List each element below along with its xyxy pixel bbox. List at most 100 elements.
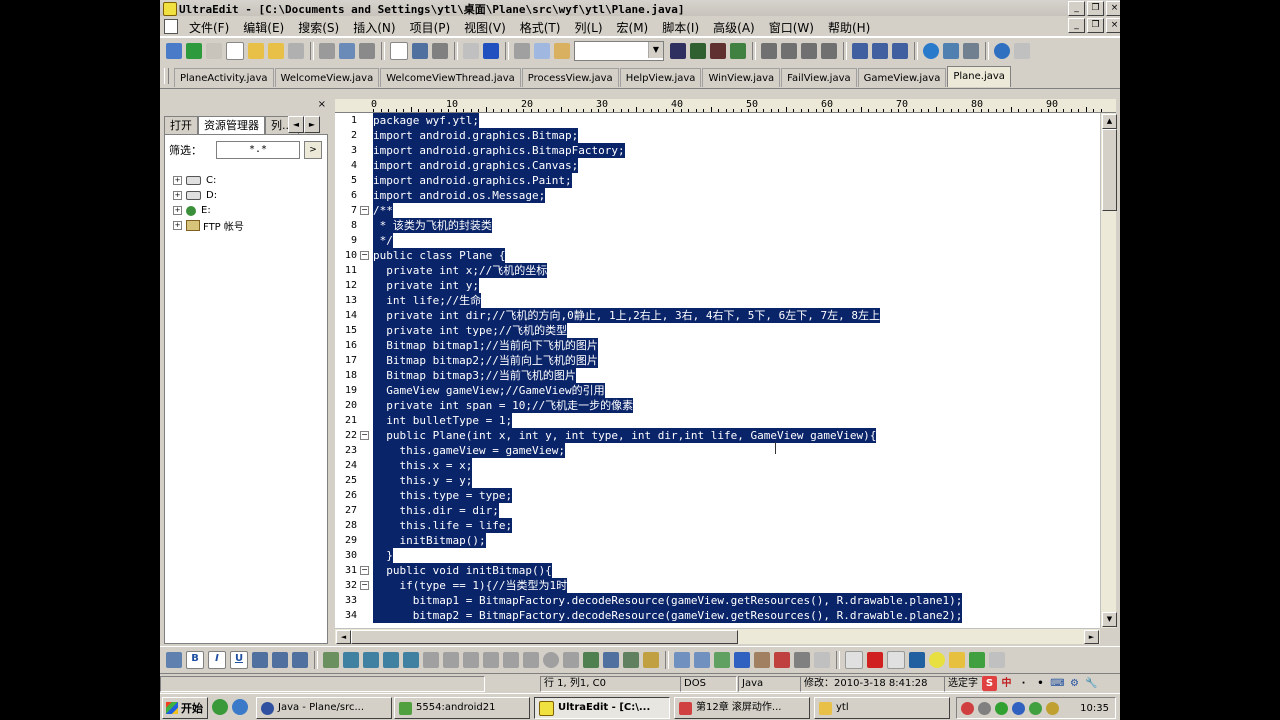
code-line[interactable]: 6 import android.os.Message; (335, 188, 1100, 203)
fold-toggle-icon[interactable]: − (360, 431, 369, 440)
keyboard-icon[interactable]: ⌨ (1050, 676, 1065, 691)
html-tag-icon[interactable] (166, 652, 182, 668)
code-text[interactable]: this.y = y; (373, 473, 473, 488)
code-text[interactable]: * 该类为飞机的封装类 (373, 218, 492, 233)
clipboard-icon[interactable] (463, 43, 479, 59)
code-text[interactable]: this.gameView = gameView; (373, 443, 566, 458)
justify-icon[interactable] (821, 43, 837, 59)
bold-icon[interactable]: B (186, 651, 204, 669)
tab-open-files[interactable]: 打开 (164, 116, 198, 134)
window-tile-icon[interactable] (872, 43, 888, 59)
tree-item-d[interactable]: + D: (173, 188, 244, 203)
code-line[interactable]: 15 private int type;//飞机的类型 (335, 323, 1100, 338)
code-line[interactable]: 11 private int x;//飞机的坐标 (335, 263, 1100, 278)
code-text[interactable]: /** (373, 203, 393, 218)
tab-failview[interactable]: FailView.java (781, 68, 857, 87)
italic-icon[interactable]: I (208, 651, 226, 669)
menu-insert[interactable]: 插入(N) (346, 19, 402, 36)
close-button[interactable]: × (1106, 1, 1120, 16)
fold-toggle-icon[interactable]: − (360, 581, 369, 590)
code-text[interactable]: bitmap2 = BitmapFactory.decodeResource(g… (373, 608, 963, 623)
print-preview-icon[interactable] (339, 43, 355, 59)
code-line[interactable]: 14 private int dir;//飞机的方向,0静止, 1上,2右上, … (335, 308, 1100, 323)
toolbar-dropdown[interactable]: ▼ (574, 41, 664, 61)
menu-macro[interactable]: 宏(M) (610, 19, 656, 36)
code-text[interactable]: this.dir = dir; (373, 503, 499, 518)
tab-scroll-left-icon[interactable]: ◄ (288, 116, 304, 133)
ime-settings-icon[interactable]: ⚙ (1067, 676, 1082, 691)
anchor-icon[interactable] (603, 652, 619, 668)
menu-project[interactable]: 项目(P) (403, 19, 458, 36)
code-line[interactable]: 1 package wyf.ytl; (335, 113, 1100, 128)
select-icon[interactable] (483, 652, 499, 668)
status-line-ending[interactable]: DOS (680, 676, 737, 692)
align-right-icon[interactable] (801, 43, 817, 59)
menu-edit[interactable]: 编辑(E) (236, 19, 291, 36)
textarea-icon[interactable] (463, 652, 479, 668)
task-word-doc[interactable]: 第12章 滚屏动作... (674, 697, 810, 719)
copy-icon[interactable] (534, 43, 550, 59)
filter-apply-button[interactable]: > (304, 141, 322, 159)
expand-icon[interactable]: + (173, 191, 182, 200)
code-text[interactable]: GameView gameView;//GameView的引用 (373, 383, 605, 398)
expand-icon[interactable]: + (173, 206, 182, 215)
status-syntax[interactable]: Java (738, 676, 801, 692)
tab-planeactivity[interactable]: PlaneActivity.java (174, 68, 274, 87)
scroll-left-icon[interactable]: ◄ (336, 630, 351, 644)
menu-search[interactable]: 搜索(S) (291, 19, 346, 36)
code-text[interactable]: int life;//生命 (373, 293, 482, 308)
code-text[interactable]: import android.graphics.Paint; (373, 173, 572, 188)
id-icon[interactable] (734, 652, 750, 668)
tray-shield-icon[interactable] (1029, 701, 1042, 715)
info-icon[interactable] (994, 43, 1010, 59)
heading2-icon[interactable] (363, 652, 379, 668)
code-text[interactable]: if(type == 1){//当类型为1时 (373, 578, 568, 593)
code-line[interactable]: 32− if(type == 1){//当类型为1时 (335, 578, 1100, 593)
window-cascade-icon[interactable] (892, 43, 908, 59)
code-line[interactable]: 23 this.gameView = gameView; (335, 443, 1100, 458)
tray-speaker-icon[interactable] (1046, 701, 1059, 715)
tip-icon[interactable] (929, 652, 945, 668)
edit-icon[interactable] (323, 652, 339, 668)
doc-close-button[interactable]: × (1106, 18, 1120, 33)
print-icon[interactable] (319, 43, 335, 59)
code-text[interactable]: public Plane(int x, int y, int type, int… (373, 428, 877, 443)
vertical-scrollbar[interactable]: ▲ ▼ (1100, 113, 1117, 628)
paste-icon[interactable] (554, 43, 570, 59)
code-text[interactable]: Bitmap bitmap2;//当前向上飞机的图片 (373, 353, 598, 368)
color-picker-icon[interactable] (714, 652, 730, 668)
code-line[interactable]: 34 bitmap2 = BitmapFactory.decodeResourc… (335, 608, 1100, 623)
code-line[interactable]: 21 int bulletType = 1; (335, 413, 1100, 428)
code-line[interactable]: 12 private int y; (335, 278, 1100, 293)
code-text[interactable]: package wyf.ytl; (373, 113, 479, 128)
code-text[interactable]: private int x;//飞机的坐标 (373, 263, 548, 278)
ime-tools-icon[interactable]: 🔧 (1084, 676, 1099, 691)
window-split-icon[interactable] (852, 43, 868, 59)
heading3-icon[interactable] (383, 652, 399, 668)
tab-helpview[interactable]: HelpView.java (619, 68, 702, 87)
code-line[interactable]: 19 GameView gameView;//GameView的引用 (335, 383, 1100, 398)
sogou-icon[interactable]: S (982, 675, 997, 691)
open-recent-icon[interactable] (268, 43, 284, 59)
code-line[interactable]: 29 initBitmap(); (335, 533, 1100, 548)
settings-icon[interactable] (794, 652, 810, 668)
tab-bar-grip[interactable] (164, 68, 169, 84)
filter-input[interactable]: *.* (216, 141, 300, 159)
menu-format[interactable]: 格式(T) (513, 19, 568, 36)
code-line[interactable]: 31− public void initBitmap(){ (335, 563, 1100, 578)
ultraedit-app-icon[interactable] (163, 2, 177, 16)
compare-icon[interactable] (774, 652, 790, 668)
table-insert-icon[interactable] (694, 652, 710, 668)
code-text[interactable]: initBitmap(); (373, 533, 486, 548)
numbered-list-icon[interactable] (292, 652, 308, 668)
expand-icon[interactable]: + (173, 221, 182, 230)
code-text[interactable]: import android.os.Message; (373, 188, 546, 203)
code-line[interactable]: 13 int life;//生命 (335, 293, 1100, 308)
undo-icon[interactable] (483, 43, 499, 59)
code-line[interactable]: 22− public Plane(int x, int y, int type,… (335, 428, 1100, 443)
ime-chinese-icon[interactable]: 中 (999, 676, 1014, 691)
ftp-icon[interactable] (963, 43, 979, 59)
google-icon[interactable] (845, 651, 863, 669)
code-line[interactable]: 27 this.dir = dir; (335, 503, 1100, 518)
code-text[interactable]: private int span = 10;//飞机走一步的像素 (373, 398, 634, 413)
